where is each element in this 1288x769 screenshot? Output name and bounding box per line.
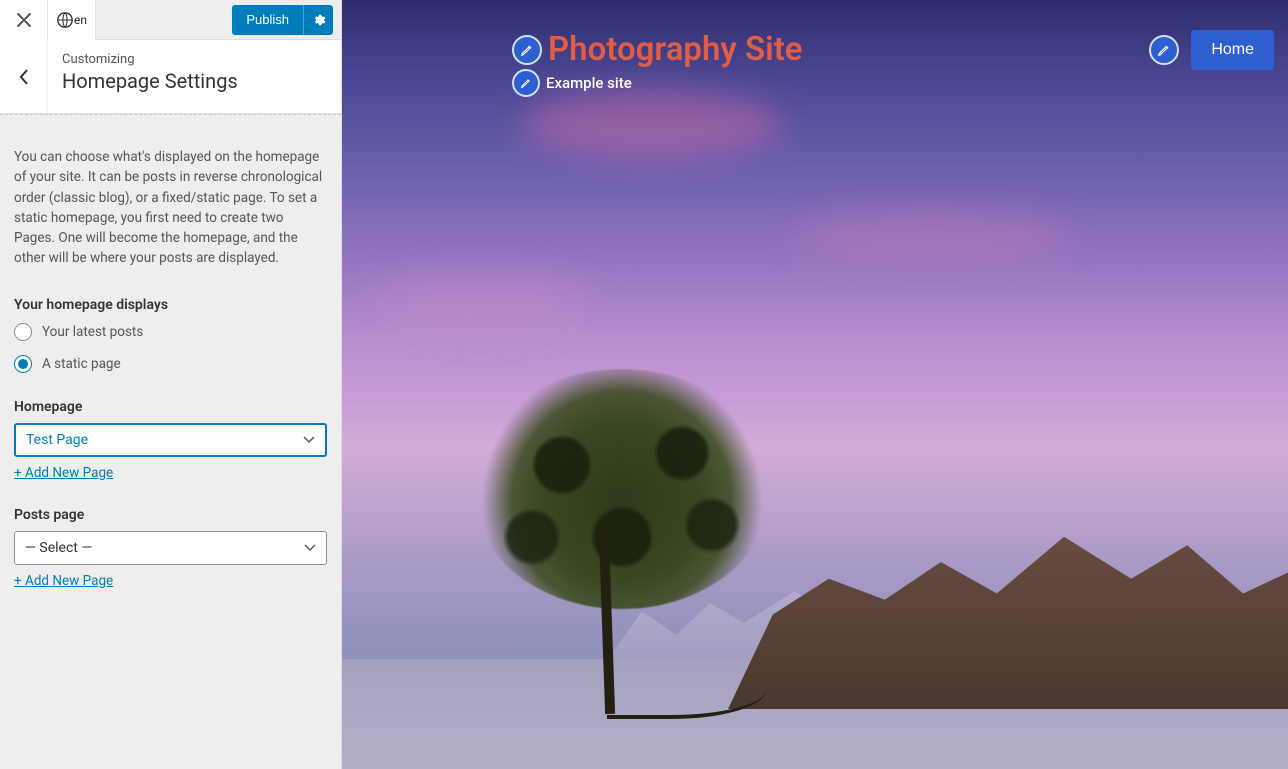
gear-icon bbox=[312, 13, 326, 27]
decorative-tree bbox=[472, 369, 772, 609]
top-strip: en Publish bbox=[0, 0, 341, 40]
add-new-page-homepage[interactable]: + Add New Page bbox=[14, 465, 113, 481]
preview-tagline-row: Example site bbox=[512, 69, 803, 97]
preview-title-wrap: Photography Site Example site bbox=[512, 30, 803, 97]
chevron-down-icon bbox=[304, 544, 316, 552]
close-button[interactable] bbox=[0, 0, 48, 40]
add-new-page-postspage[interactable]: + Add New Page bbox=[14, 573, 113, 589]
edit-tagline-button[interactable] bbox=[512, 69, 540, 97]
decorative-mountain bbox=[728, 499, 1288, 709]
publish-settings-button[interactable] bbox=[303, 5, 333, 35]
site-preview: Photography Site Example site Home bbox=[342, 0, 1288, 769]
homepage-field-label: Homepage bbox=[14, 399, 327, 415]
radio-label: A static page bbox=[42, 356, 121, 372]
publish-group: Publish bbox=[232, 0, 341, 39]
edit-menu-button[interactable] bbox=[1149, 35, 1179, 65]
back-button[interactable] bbox=[0, 40, 48, 113]
chevron-down-icon bbox=[303, 436, 315, 444]
radio-label: Your latest posts bbox=[42, 324, 143, 340]
site-title[interactable]: Photography Site bbox=[548, 30, 803, 69]
site-tagline: Example site bbox=[546, 74, 632, 92]
section-header: Customizing Homepage Settings bbox=[0, 40, 341, 114]
homepage-select[interactable]: Test Page bbox=[14, 423, 327, 457]
preview-nav: Home bbox=[1149, 30, 1274, 70]
posts-page-select[interactable]: — Select — bbox=[14, 531, 327, 565]
panel-description: You can choose what's displayed on the h… bbox=[14, 147, 327, 269]
section-subtitle: Customizing bbox=[62, 52, 327, 67]
pencil-icon bbox=[1157, 43, 1171, 57]
posts-page-field-label: Posts page bbox=[14, 507, 327, 523]
panel-body: You can choose what's displayed on the h… bbox=[0, 114, 341, 769]
close-icon bbox=[17, 13, 31, 27]
nav-home-button[interactable]: Home bbox=[1191, 30, 1274, 70]
language-switcher[interactable]: en bbox=[48, 0, 96, 40]
select-value: Test Page bbox=[26, 432, 88, 448]
globe-icon bbox=[56, 11, 74, 29]
edit-title-button[interactable] bbox=[512, 35, 542, 65]
pencil-icon bbox=[520, 43, 534, 57]
preview-header: Photography Site Example site Home bbox=[342, 30, 1288, 97]
decorative-cloud bbox=[792, 210, 1072, 260]
radio-icon bbox=[14, 355, 32, 373]
chevron-left-icon bbox=[18, 68, 30, 86]
decorative-cloud bbox=[522, 90, 782, 160]
radio-icon bbox=[14, 323, 32, 341]
section-title: Homepage Settings bbox=[62, 69, 327, 93]
section-header-text: Customizing Homepage Settings bbox=[48, 40, 341, 113]
customizer-sidebar: en Publish Customizing Homepage Settings… bbox=[0, 0, 342, 769]
radio-static-page[interactable]: A static page bbox=[14, 355, 327, 373]
language-code: en bbox=[74, 13, 87, 27]
radio-latest-posts[interactable]: Your latest posts bbox=[14, 323, 327, 341]
homepage-displays-label: Your homepage displays bbox=[14, 297, 327, 313]
decorative-cloud bbox=[372, 270, 592, 330]
select-value: — Select — bbox=[25, 540, 92, 556]
publish-button[interactable]: Publish bbox=[232, 5, 303, 35]
pencil-icon bbox=[520, 77, 532, 89]
preview-title-row: Photography Site bbox=[512, 30, 803, 69]
